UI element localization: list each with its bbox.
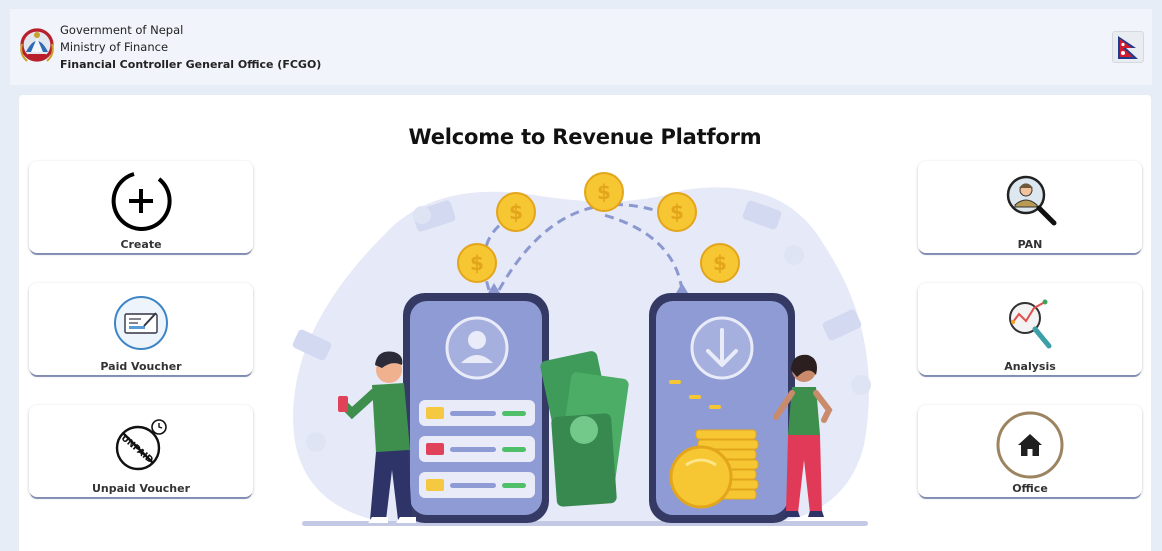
cheque-icon xyxy=(114,296,168,350)
create-label: Create xyxy=(120,238,162,251)
person-search-icon xyxy=(1006,175,1057,226)
paid-voucher-label: Paid Voucher xyxy=(100,360,182,373)
app-header: Government of Nepal Ministry of Finance … xyxy=(10,9,1152,85)
language-flag-button[interactable] xyxy=(1112,31,1144,63)
nepal-emblem-icon xyxy=(20,28,54,62)
revenue-illustration: $ $ $ $ $ xyxy=(292,172,871,526)
pan-button[interactable]: PAN xyxy=(918,161,1142,253)
svg-text:$: $ xyxy=(670,200,684,224)
analysis-label: Analysis xyxy=(1004,360,1056,373)
office-button[interactable]: Office xyxy=(918,405,1142,497)
org-line-ministry: Ministry of Finance xyxy=(60,40,169,54)
unpaid-voucher-label: Unpaid Voucher xyxy=(91,482,191,495)
nepal-flag-icon xyxy=(1118,36,1138,59)
paid-voucher-button[interactable]: Paid Voucher xyxy=(29,283,253,375)
svg-text:$: $ xyxy=(713,251,727,275)
plus-circle-icon xyxy=(111,172,172,231)
create-button[interactable]: Create xyxy=(29,161,253,253)
org-line-office: Financial Controller General Office (FCG… xyxy=(60,58,322,71)
pan-label: PAN xyxy=(1017,238,1043,251)
organization-name: Government of Nepal Ministry of Finance … xyxy=(60,22,321,73)
analysis-button[interactable]: Analysis xyxy=(918,283,1142,375)
unpaid-stamp-icon: UNPAID xyxy=(115,419,167,471)
main-content: Welcome to Revenue Platform Create Paid … xyxy=(19,95,1151,551)
chart-magnifier-icon xyxy=(1009,299,1052,349)
page-title: Welcome to Revenue Platform xyxy=(408,125,762,149)
unpaid-voucher-button[interactable]: UNPAID Unpaid Voucher xyxy=(29,405,253,497)
svg-text:UNPAID: UNPAID xyxy=(119,433,155,465)
office-label: Office xyxy=(1012,482,1048,495)
svg-text:$: $ xyxy=(470,251,484,275)
home-icon xyxy=(996,411,1064,479)
org-line-government: Government of Nepal xyxy=(60,23,184,37)
svg-text:$: $ xyxy=(597,180,611,204)
svg-text:$: $ xyxy=(509,200,523,224)
